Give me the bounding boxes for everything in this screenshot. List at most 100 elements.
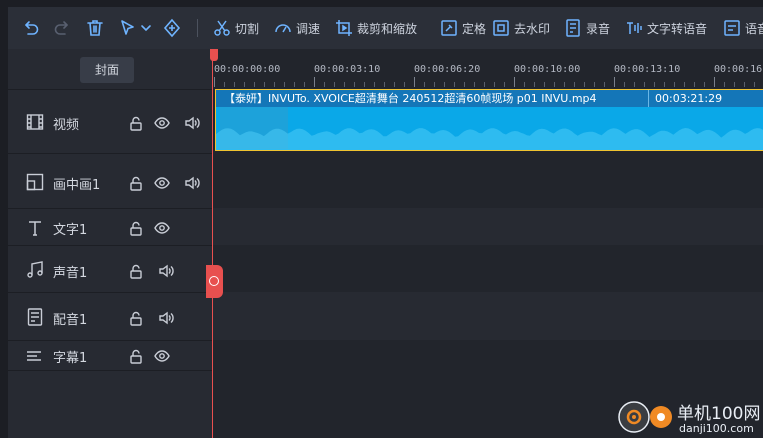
track-sound[interactable]: 声音1 bbox=[8, 245, 212, 293]
tick-label: 00:00:16:2 bbox=[714, 64, 763, 75]
cut-button[interactable]: 切割 bbox=[213, 18, 259, 38]
redo-icon[interactable] bbox=[52, 18, 72, 38]
eye-icon[interactable] bbox=[154, 115, 170, 131]
freeze-frame-icon bbox=[441, 20, 457, 36]
track-text[interactable]: 文字1 bbox=[8, 208, 212, 246]
clip-header: 【泰妍】INVUTo. XVOICE超清舞台 240512超清60帧现场 p01… bbox=[216, 90, 763, 107]
clip-duration: 00:03:21:29 bbox=[648, 90, 722, 107]
ruler-tick bbox=[244, 82, 245, 87]
ruler-tick bbox=[424, 82, 425, 87]
ruler-tick bbox=[444, 82, 445, 87]
ruler-tick bbox=[574, 82, 575, 87]
remove-watermark-icon bbox=[493, 20, 509, 36]
time-ruler[interactable]: 00:00:00:00 00:00:03:10 00:00:06:20 00:0… bbox=[212, 49, 763, 89]
select-cursor-icon[interactable] bbox=[118, 18, 138, 38]
cover-button[interactable]: 封面 bbox=[80, 57, 134, 83]
speech-button[interactable]: 语音 bbox=[723, 18, 763, 38]
timeline-area[interactable]: 00:00:00:00 00:00:03:10 00:00:06:20 00:0… bbox=[212, 49, 763, 438]
track-subtitle[interactable]: 字幕1 bbox=[8, 340, 212, 371]
track-headers-panel: 封面 视频 画中画1 文字1 声音1 配音1 字幕1 bbox=[8, 49, 212, 438]
playhead-handle[interactable] bbox=[210, 49, 218, 61]
subtitle-icon bbox=[26, 347, 44, 365]
eye-icon[interactable] bbox=[154, 220, 170, 236]
dubbing-icon bbox=[26, 308, 44, 326]
freeze-frame-label: 定格 bbox=[462, 21, 487, 36]
text-t-icon bbox=[26, 219, 44, 237]
lane-pip[interactable] bbox=[212, 153, 763, 208]
picture-in-picture-icon bbox=[26, 173, 44, 191]
lock-icon[interactable] bbox=[128, 349, 144, 365]
track-label: 画中画1 bbox=[53, 178, 101, 193]
remove-watermark-button[interactable]: 去水印 bbox=[492, 18, 550, 38]
record-audio-label: 录音 bbox=[586, 21, 611, 36]
lock-icon[interactable] bbox=[128, 116, 144, 132]
speech-icon bbox=[724, 20, 740, 36]
record-audio-icon bbox=[566, 19, 580, 37]
ruler-tick bbox=[434, 82, 435, 87]
delete-icon[interactable] bbox=[85, 18, 105, 38]
ruler-tick bbox=[364, 82, 365, 87]
text-to-speech-button[interactable]: 文字转语音 bbox=[625, 18, 707, 38]
track-picture-in-picture[interactable]: 画中画1 bbox=[8, 153, 212, 209]
crop-zoom-icon bbox=[336, 20, 352, 36]
ruler-tick bbox=[354, 82, 355, 87]
music-note-icon bbox=[26, 261, 44, 279]
ruler-tick bbox=[534, 82, 535, 87]
ruler-tick bbox=[654, 82, 655, 87]
track-panel-empty bbox=[8, 370, 212, 438]
ruler-tick bbox=[584, 82, 585, 87]
crop-zoom-button[interactable]: 裁剪和缩放 bbox=[335, 18, 417, 38]
ruler-tick bbox=[494, 82, 495, 87]
speaker-icon[interactable] bbox=[158, 263, 174, 279]
speaker-icon[interactable] bbox=[184, 175, 200, 191]
playhead-line[interactable] bbox=[212, 49, 213, 438]
ruler-tick bbox=[524, 82, 525, 87]
speaker-icon[interactable] bbox=[184, 115, 200, 131]
tick-label: 00:00:13:10 bbox=[614, 64, 681, 75]
toolbar-divider bbox=[197, 19, 198, 37]
track-video[interactable]: 视频 bbox=[8, 89, 212, 154]
record-audio-button[interactable]: 录音 bbox=[564, 18, 610, 38]
ruler-tick bbox=[724, 82, 725, 87]
add-marker-icon[interactable] bbox=[162, 18, 182, 38]
eye-icon[interactable] bbox=[154, 175, 170, 191]
watermark-logo-icon bbox=[618, 401, 650, 433]
ruler-tick bbox=[544, 82, 545, 87]
lock-icon[interactable] bbox=[128, 176, 144, 192]
ruler-tick bbox=[304, 82, 305, 87]
lock-icon[interactable] bbox=[128, 221, 144, 237]
film-icon bbox=[26, 113, 44, 131]
chevron-down-icon[interactable] bbox=[136, 18, 151, 38]
lock-icon[interactable] bbox=[128, 264, 144, 280]
lane-dubbing[interactable] bbox=[212, 292, 763, 340]
freeze-frame-button[interactable]: 定格 bbox=[440, 18, 486, 38]
lane-sound[interactable] bbox=[212, 245, 763, 292]
ruler-tick bbox=[604, 82, 605, 87]
undo-icon[interactable] bbox=[21, 18, 41, 38]
lane-text[interactable] bbox=[212, 208, 763, 245]
ruler-tick bbox=[704, 82, 705, 87]
ruler-tick bbox=[754, 82, 755, 87]
ruler-tick bbox=[384, 82, 385, 87]
remove-watermark-label: 去水印 bbox=[514, 21, 551, 36]
ruler-tick bbox=[734, 82, 735, 87]
ruler-tick bbox=[514, 77, 515, 87]
lock-icon[interactable] bbox=[128, 311, 144, 327]
lane-subtitle[interactable] bbox=[212, 340, 763, 370]
ruler-tick bbox=[414, 77, 415, 87]
cut-label: 切割 bbox=[235, 21, 260, 36]
eye-icon[interactable] bbox=[154, 348, 170, 364]
ruler-tick bbox=[214, 77, 215, 87]
ruler-tick bbox=[504, 82, 505, 87]
site-watermark: 单机100网 danji100.com bbox=[615, 396, 763, 438]
video-clip[interactable]: 【泰妍】INVUTo. XVOICE超清舞台 240512超清60帧现场 p01… bbox=[215, 89, 763, 151]
playhead-knob[interactable] bbox=[206, 265, 223, 298]
ruler-tick bbox=[284, 82, 285, 87]
ruler-tick bbox=[644, 82, 645, 87]
speed-button[interactable]: 调速 bbox=[274, 18, 320, 38]
ruler-tick bbox=[614, 77, 615, 87]
track-dubbing[interactable]: 配音1 bbox=[8, 292, 212, 341]
speaker-icon[interactable] bbox=[158, 310, 174, 326]
track-label: 视频 bbox=[53, 118, 80, 133]
ruler-tick bbox=[234, 82, 235, 87]
